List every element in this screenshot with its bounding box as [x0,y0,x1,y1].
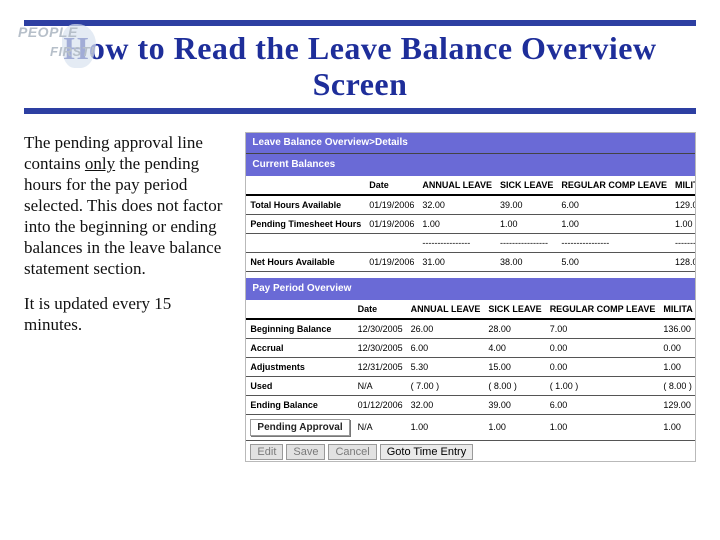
table-row-dashes: ---------------- ---------------- ------… [246,234,696,253]
table-row: Net Hours Available 01/19/2006 31.00 38.… [246,253,696,272]
explanatory-text: The pending approval line contains only … [24,132,227,462]
screenshot-panel: Leave Balance Overview>Details Current B… [245,132,696,462]
pay-period-overview-table: Date ANNUAL LEAVE SICK LEAVE REGULAR COM… [246,300,696,441]
section-pay-period-overview: Pay Period Overview [246,278,695,300]
col-annual: ANNUAL LEAVE [407,300,485,319]
table-row: Pending Timesheet Hours 01/19/2006 1.00 … [246,215,696,234]
table-row: Accrual 12/30/2005 6.00 4.00 0.00 0.00 [246,338,696,357]
panel-breadcrumb: Leave Balance Overview>Details [246,133,695,154]
col-milita: MILITA [671,176,696,195]
table-row: Total Hours Available 01/19/2006 32.00 3… [246,195,696,215]
col-sick: SICK LEAVE [484,300,545,319]
logo-line1: PEOPLE [18,24,78,40]
para1-only: only [85,154,115,173]
current-balances-table: Date ANNUAL LEAVE SICK LEAVE REGULAR COM… [246,176,696,278]
para2: It is updated every 15 minutes. [24,293,227,335]
col-date: Date [365,176,418,195]
col-regcomp: REGULAR COMP LEAVE [557,176,671,195]
section-current-balances: Current Balances [246,154,695,176]
col-regcomp: REGULAR COMP LEAVE [546,300,660,319]
people-first-logo: PEOPLE FIRST! [12,20,112,70]
col-milita: MILITA [659,300,696,319]
table-row: Ending Balance 01/12/2006 32.00 39.00 6.… [246,395,696,414]
rule-top [24,20,696,26]
rule-bottom [24,108,696,114]
goto-time-entry-button[interactable]: Goto Time Entry [380,444,473,460]
col-sick: SICK LEAVE [496,176,557,195]
table-row: Used N/A ( 7.00 ) ( 8.00 ) ( 1.00 ) ( 8.… [246,376,696,395]
table-row: Beginning Balance 12/30/2005 26.00 28.00… [246,319,696,339]
col-annual: ANNUAL LEAVE [418,176,496,195]
pending-approval-row: Pending Approval N/A 1.00 1.00 1.00 1.00 [246,414,696,440]
col-date: Date [354,300,407,319]
logo-line2: FIRST! [50,44,95,59]
cancel-button[interactable]: Cancel [328,444,376,460]
slide-title: How to Read the Leave Balance Overview S… [24,30,696,102]
button-bar: Edit Save Cancel Goto Time Entry [246,441,695,463]
edit-button[interactable]: Edit [250,444,283,460]
save-button[interactable]: Save [286,444,325,460]
pending-approval-callout: Pending Approval [250,419,349,436]
table-row: Adjustments 12/31/2005 5.30 15.00 0.00 1… [246,357,696,376]
